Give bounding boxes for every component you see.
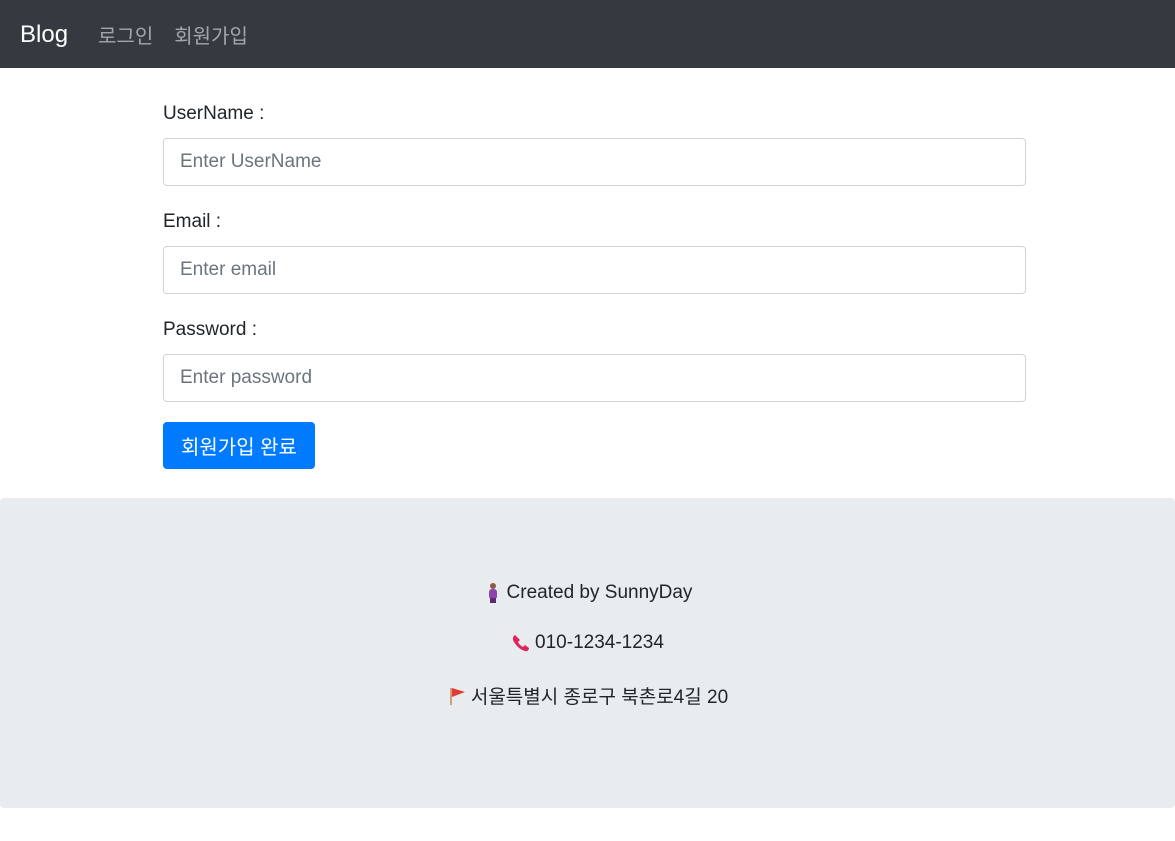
username-input[interactable] [163, 138, 1026, 186]
navbar: Blog 로그인 회원가입 [0, 0, 1175, 68]
email-group: Email : [163, 208, 1026, 294]
username-label: UserName : [163, 103, 265, 124]
flag-icon [447, 686, 467, 706]
phone-icon [511, 633, 531, 653]
email-label: Email : [163, 211, 222, 232]
nav-link-signup[interactable]: 회원가입 [174, 20, 248, 49]
password-input[interactable] [163, 354, 1026, 402]
password-group: Password : [163, 316, 1026, 402]
footer-address: 서울특별시 종로구 북촌로4길 20 [0, 682, 1175, 709]
username-group: UserName : [163, 100, 1026, 186]
footer-phone-text: 010-1234-1234 [535, 632, 664, 653]
footer-address-text: 서울특별시 종로구 북촌로4길 20 [470, 687, 729, 708]
person-icon [483, 583, 503, 603]
email-input[interactable] [163, 246, 1026, 294]
footer-created-text: Created by SunnyDay [506, 582, 693, 603]
footer-phone: 010-1234-1234 [0, 632, 1175, 654]
brand-link[interactable]: Blog [20, 21, 68, 49]
footer: Created by SunnyDay 010-1234-1234 서울특별시 … [0, 498, 1175, 808]
signup-submit-button[interactable]: 회원가입 완료 [163, 422, 315, 469]
footer-created: Created by SunnyDay [0, 582, 1175, 604]
signup-form: UserName : Email : Password : 회원가입 완료 [163, 100, 1026, 469]
password-label: Password : [163, 319, 257, 340]
nav-link-login[interactable]: 로그인 [98, 20, 153, 49]
